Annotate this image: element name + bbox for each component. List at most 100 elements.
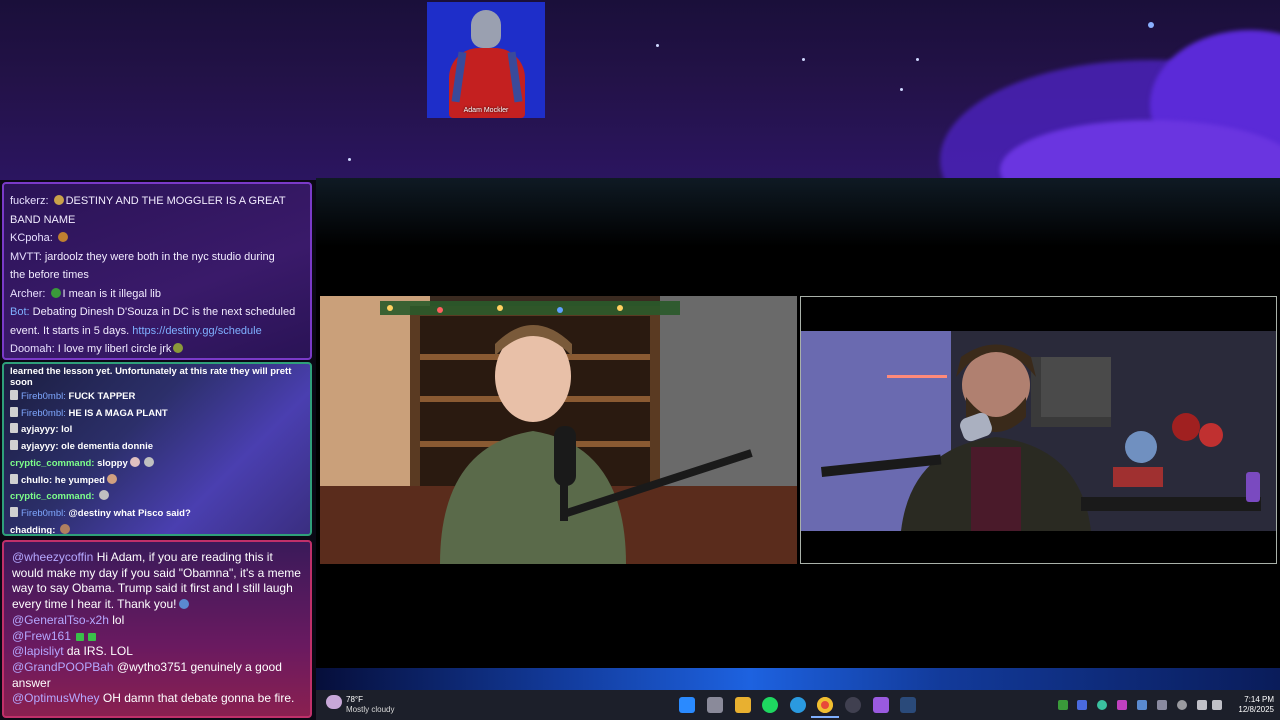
chat-message: MVTT: jardoolz they were both in the nyc… [10,248,304,285]
chat-text: ole dementia donnie [61,441,154,453]
schedule-link[interactable]: https://destiny.gg/schedule [132,325,261,337]
chat-message: ayjayyy: ole dementia donnie [10,439,304,456]
chat-username: Fireb0mbl: [21,507,66,519]
chat-username: cryptic_command: [10,457,95,469]
tray-app-icon[interactable] [1157,700,1167,710]
active-app-indicator [811,716,839,718]
chat-panel-destiny[interactable]: fuckerz: DESTINY AND THE MOGGLER IS A GR… [2,182,312,360]
avatar-head [471,10,501,48]
chat-message: @wheezycoffin Hi Adam, if you are readin… [12,550,302,613]
chat-username: Doomah: [10,343,55,355]
chat-text: Debating Dinesh D'Souza in DC is the nex… [32,306,296,318]
tray-app-icon[interactable] [1097,700,1107,710]
chat-message: Fireb0mbl: HE IS A MAGA PLANT [10,406,304,423]
emote-icon [173,343,184,353]
chat-username: Fireb0mbl: [21,391,66,402]
weather-temp[interactable]: 78°F [346,695,363,704]
chat-username: @GeneralTso-x2h [12,612,109,627]
chat-panel-youtube[interactable]: @wheezycoffin Hi Adam, if you are readin… [2,540,312,718]
chat-text: learned the lesson yet. Unfortunately at… [10,366,292,377]
chat-username: KCpoha: [10,232,53,244]
tray-app-icon[interactable] [1117,700,1127,710]
chat-message: Bot: Debating Dinesh D'Souza in DC is th… [10,303,304,340]
emote-icon [129,456,140,467]
chat-message: @OptimusWhey OH damn that debate gonna b… [12,691,302,707]
weather-icon[interactable] [326,695,342,709]
chat-text: jardoolz they were both in the nyc studi… [44,250,275,263]
left-camera-feed [320,296,797,564]
user-badge-icon [10,390,18,400]
chat-text: soon [10,377,33,388]
chat-username: @lapisliyt [12,644,64,659]
wallpaper-strip [316,668,1280,690]
steam-icon[interactable] [900,697,916,713]
chat-username: @OptimusWhey [12,691,100,706]
chat-message: cryptic_command: sloppy [10,456,304,473]
chat-message: fuckerz: DESTINY AND THE MOGGLER IS A GR… [10,192,304,229]
tray-app-icon[interactable] [1177,700,1187,710]
emote-icon [106,473,117,484]
emote-icon [143,456,154,467]
chat-text: sloppy [97,457,128,469]
right-feed-illustration [801,297,1276,563]
user-badge-icon [10,423,18,434]
chat-text: I love my liberl circle jrk [57,343,172,355]
chat-username: @wheezycoffin [12,550,94,564]
chat-message-partial: learned the lesson yet. Unfortunately at… [10,366,304,377]
chat-text: da IRS. LOL [66,644,133,659]
chat-text: BAND NAME [10,213,76,226]
chat-username: Bot: [10,306,30,318]
chat-message: @Frew161 [12,629,302,645]
chat-text: @destiny what Pisco said? [68,507,191,519]
weather-desc[interactable]: Mostly cloudy [346,705,394,714]
chat-message: @GrandPOOPBah @wytho3751 genuinely a goo… [12,660,302,691]
emote-icon [99,490,110,501]
chat-text: event. It starts in 5 days. [10,324,130,337]
chat-username: @GrandPOOPBah [12,659,114,674]
emote-icon [53,195,64,205]
chat-message: @lapisliyt da IRS. LOL [12,644,302,660]
network-icon[interactable] [1197,700,1207,710]
star [900,88,903,91]
clock-date[interactable]: 12/8/2025 [1224,705,1274,714]
spotify-icon[interactable] [762,697,778,713]
chat-username: Archer: [10,287,46,300]
chat-username: ayjayyy: [21,441,59,453]
tray-app-icon[interactable] [1077,700,1087,710]
chat-text: the before times [10,269,89,281]
clock-time[interactable]: 7:14 PM [1234,695,1274,704]
chat-username: Fireb0mbl: [21,407,66,419]
volume-icon[interactable] [1212,700,1222,710]
app-purple-icon[interactable] [873,697,889,713]
chat-text: HE IS A MAGA PLANT [68,407,168,419]
edge-icon[interactable] [790,697,806,713]
chat-text: lol [112,612,125,627]
task-view-icon[interactable] [707,697,723,713]
chrome-icon[interactable] [817,697,833,713]
windows-start-icon[interactable] [679,697,695,713]
emote-icon [178,599,189,610]
chat-username: MVTT: [10,250,42,263]
chat-panel-twitch[interactable]: learned the lesson yet. Unfortunately at… [2,362,312,536]
chat-text: I mean is it illegal lib [62,287,161,300]
obs-icon[interactable] [845,697,861,713]
chat-message: Archer: I mean is it illegal lib [10,285,304,304]
star [1148,22,1154,28]
chat-message: chullo: he yumped [10,473,304,490]
chat-text: lol [61,424,73,436]
chat-message: KCpoha: [10,229,304,248]
chat-username: ayjayyy: [21,424,59,436]
star [916,58,919,61]
emote-icon [60,523,71,534]
chat-message: Fireb0mbl: FUCK TAPPER [10,389,304,406]
chat-message-partial: soon [10,377,304,389]
tray-nvidia-icon[interactable] [1058,700,1068,710]
emote-icon [57,232,68,242]
emote-icon [76,632,85,641]
user-badge-icon [10,506,18,517]
star [802,58,805,61]
user-badge-icon [10,406,18,417]
tray-app-icon[interactable] [1137,700,1147,710]
user-badge-icon [10,440,18,451]
file-explorer-icon[interactable] [735,697,751,713]
